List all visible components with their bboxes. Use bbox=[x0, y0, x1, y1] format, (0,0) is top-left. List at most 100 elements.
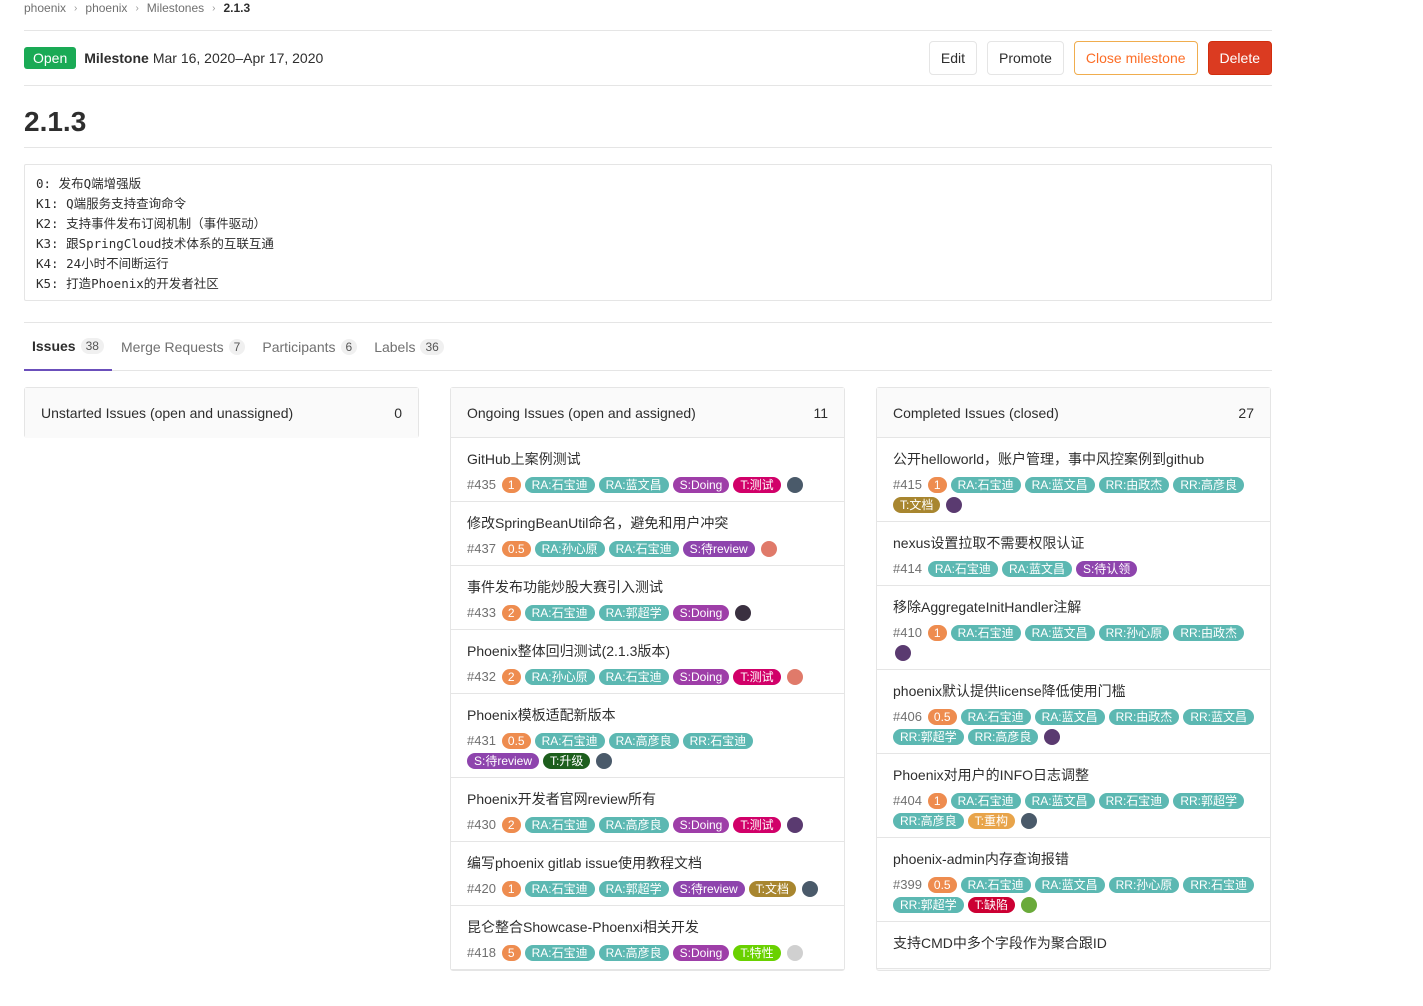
issue-label[interactable]: RR:郭超学 bbox=[1173, 792, 1244, 809]
issue-title-link[interactable]: 事件发布功能炒股大赛引入测试 bbox=[467, 578, 828, 596]
issue-title-link[interactable]: Phoenix开发者官网review所有 bbox=[467, 790, 828, 808]
issue-label[interactable]: RR:蓝文昌 bbox=[1183, 708, 1254, 725]
issue-label[interactable]: RA:石宝迪 bbox=[524, 604, 595, 621]
issue-title-link[interactable]: Phoenix整体回归测试(2.1.3版本) bbox=[467, 642, 828, 660]
issue-label[interactable]: RA:蓝文昌 bbox=[1024, 624, 1095, 641]
issue-label[interactable]: RR:孙心原 bbox=[1108, 876, 1180, 893]
avatar[interactable] bbox=[1044, 729, 1061, 745]
breadcrumb-group[interactable]: phoenix bbox=[24, 1, 66, 15]
avatar[interactable] bbox=[786, 668, 803, 685]
issue-label[interactable]: RA:石宝迪 bbox=[598, 668, 669, 685]
issue-label[interactable]: RA:石宝迪 bbox=[524, 816, 595, 833]
issue-label[interactable]: RR:郭超学 bbox=[893, 729, 964, 745]
issue-label[interactable]: S:待review bbox=[682, 540, 755, 557]
issue-label[interactable]: T:特性 bbox=[733, 944, 781, 961]
issue-title-link[interactable]: 昆仑整合Showcase-Phoenxi相关开发 bbox=[467, 918, 828, 936]
issue-title-link[interactable]: Phoenix对用户的INFO日志调整 bbox=[893, 766, 1254, 784]
avatar[interactable] bbox=[895, 645, 911, 661]
issue-card[interactable]: nexus设置拉取不需要权限认证 #414 RA:石宝迪 RA:蓝文昌 S:待认领 bbox=[877, 522, 1270, 586]
tab-merge-requests[interactable]: Merge Requests 7 bbox=[113, 323, 253, 371]
issue-card[interactable]: 编写phoenix gitlab issue使用教程文档 #420 1 RA:石宝迪 R… bbox=[451, 842, 844, 906]
issue-card[interactable]: phoenix-admin内存查询报错 #399 0.5 RA:石宝迪 RA:蓝文昌 RR… bbox=[877, 838, 1270, 922]
issue-title-link[interactable]: 公开helloworld，账户管理，事中风控案例到github bbox=[893, 450, 1254, 468]
issue-card[interactable]: 修改SpringBeanUtil命名，避免和用户冲突 #437 0.5 RA:孙心原 R… bbox=[451, 502, 844, 566]
issue-label[interactable]: S:待review bbox=[672, 880, 745, 897]
issue-label[interactable]: RA:蓝文昌 bbox=[1024, 792, 1095, 809]
issue-label[interactable]: S:Doing bbox=[672, 476, 730, 493]
issue-label[interactable]: RA:石宝迪 bbox=[960, 876, 1031, 893]
issue-label[interactable]: RA:石宝迪 bbox=[927, 560, 998, 577]
issue-label[interactable]: RA:石宝迪 bbox=[950, 476, 1021, 493]
issue-title-link[interactable]: 修改SpringBeanUtil命名，避免和用户冲突 bbox=[467, 514, 828, 532]
avatar[interactable] bbox=[802, 880, 818, 897]
tab-participants[interactable]: Participants 6 bbox=[254, 323, 365, 371]
issue-label[interactable]: RR:高彦良 bbox=[1173, 476, 1244, 493]
issue-label[interactable]: RR:石宝迪 bbox=[1098, 792, 1170, 809]
avatar[interactable] bbox=[760, 540, 777, 557]
issue-card[interactable]: 公开helloworld，账户管理，事中风控案例到github #415 1 RA:石… bbox=[877, 438, 1270, 522]
issue-label[interactable]: RA:石宝迪 bbox=[524, 880, 595, 897]
tab-labels[interactable]: Labels 36 bbox=[366, 323, 452, 371]
issue-title-link[interactable]: 支持CMD中多个字段作为聚合跟ID bbox=[893, 934, 1254, 952]
promote-button[interactable]: Promote bbox=[987, 41, 1064, 75]
issue-card[interactable]: Phoenix开发者官网review所有 #430 2 RA:石宝迪 RA:高彦良 S:D… bbox=[451, 778, 844, 842]
issue-title-link[interactable]: 编写phoenix gitlab issue使用教程文档 bbox=[467, 854, 828, 872]
issue-title-link[interactable]: Phoenix模板适配新版本 bbox=[467, 706, 828, 724]
issue-label[interactable]: RA:石宝迪 bbox=[534, 732, 605, 749]
issue-title-link[interactable]: phoenix默认提供license降低使用门槛 bbox=[893, 682, 1254, 700]
issue-label[interactable]: RR:由政杰 bbox=[1173, 624, 1244, 641]
issue-label[interactable]: RA:石宝迪 bbox=[524, 944, 595, 961]
issue-title-link[interactable]: nexus设置拉取不需要权限认证 bbox=[893, 534, 1254, 552]
issue-label[interactable]: T:测试 bbox=[733, 816, 781, 833]
issue-label[interactable]: RA:蓝文昌 bbox=[598, 476, 669, 493]
tab-issues[interactable]: Issues 38 bbox=[24, 323, 112, 371]
issue-label[interactable]: T:测试 bbox=[733, 476, 781, 493]
issue-label[interactable]: RR:高彦良 bbox=[893, 813, 964, 829]
breadcrumb-project[interactable]: phoenix bbox=[85, 1, 127, 15]
issue-label[interactable]: T:测试 bbox=[733, 668, 781, 685]
issue-label[interactable]: T:升级 bbox=[543, 753, 591, 769]
issue-card[interactable]: 昆仑整合Showcase-Phoenxi相关开发 #418 5 RA:石宝迪 RA:高彦… bbox=[451, 906, 844, 970]
issue-label[interactable]: S:Doing bbox=[672, 816, 730, 833]
avatar[interactable] bbox=[1021, 813, 1038, 829]
issue-card[interactable]: Phoenix对用户的INFO日志调整 #404 1 RA:石宝迪 RA:蓝文昌 RR:石… bbox=[877, 754, 1270, 838]
issue-title-link[interactable]: GitHub上案例测试 bbox=[467, 450, 828, 468]
issue-label[interactable]: RA:石宝迪 bbox=[608, 540, 679, 557]
issue-card[interactable]: 支持CMD中多个字段作为聚合跟ID bbox=[877, 922, 1270, 969]
issue-label[interactable]: RA:石宝迪 bbox=[524, 476, 595, 493]
issue-label[interactable]: T:缺陷 bbox=[967, 897, 1016, 913]
issue-title-link[interactable]: phoenix-admin内存查询报错 bbox=[893, 850, 1254, 868]
issue-label[interactable]: RA:孙心原 bbox=[534, 540, 605, 557]
issue-card[interactable]: phoenix默认提供license降低使用门槛 #406 0.5 RA:石宝迪 RA:… bbox=[877, 670, 1270, 754]
issue-label[interactable]: RA:石宝迪 bbox=[950, 792, 1021, 809]
avatar[interactable] bbox=[786, 944, 803, 961]
issue-label[interactable]: RR:高彦良 bbox=[967, 729, 1039, 745]
issue-card[interactable]: 移除AggregateInitHandler注解 #410 1 RA:石宝迪 RA:蓝文… bbox=[877, 586, 1270, 670]
issue-label[interactable]: RR:郭超学 bbox=[893, 897, 964, 913]
issue-label[interactable]: RR:由政杰 bbox=[1108, 708, 1180, 725]
issue-label[interactable]: RA:蓝文昌 bbox=[1001, 560, 1072, 577]
issue-card[interactable]: 事件发布功能炒股大赛引入测试 #433 2 RA:石宝迪 RA:郭超学 S:Doing bbox=[451, 566, 844, 630]
issue-label[interactable]: S:Doing bbox=[672, 604, 730, 621]
issue-label[interactable]: RA:高彦良 bbox=[598, 816, 669, 833]
avatar[interactable] bbox=[735, 604, 752, 621]
issue-label[interactable]: S:Doing bbox=[672, 668, 730, 685]
issue-title-link[interactable]: 移除AggregateInitHandler注解 bbox=[893, 598, 1254, 616]
breadcrumb-milestones[interactable]: Milestones bbox=[147, 1, 204, 15]
issue-card[interactable]: Phoenix整体回归测试(2.1.3版本) #432 2 RA:孙心原 RA:石宝迪 S… bbox=[451, 630, 844, 694]
avatar[interactable] bbox=[786, 476, 803, 493]
issue-label[interactable]: RA:石宝迪 bbox=[960, 708, 1031, 725]
issue-label[interactable]: RA:蓝文昌 bbox=[1034, 876, 1105, 893]
issue-card[interactable]: GitHub上案例测试 #435 1 RA:石宝迪 RA:蓝文昌 S:Doing T:测试 bbox=[451, 438, 844, 502]
avatar[interactable] bbox=[1021, 897, 1038, 913]
close-milestone-button[interactable]: Close milestone bbox=[1073, 41, 1198, 75]
issue-label[interactable]: S:待认领 bbox=[1075, 560, 1138, 577]
delete-button[interactable]: Delete bbox=[1207, 41, 1272, 75]
issue-label[interactable]: T:文档 bbox=[893, 497, 941, 513]
issue-label[interactable]: RR:由政杰 bbox=[1098, 476, 1170, 493]
avatar[interactable] bbox=[596, 753, 613, 769]
issue-label[interactable]: RA:郭超学 bbox=[598, 604, 669, 621]
avatar[interactable] bbox=[786, 816, 803, 833]
issue-label[interactable]: RA:郭超学 bbox=[598, 880, 669, 897]
issue-label[interactable]: RR:石宝迪 bbox=[682, 732, 754, 749]
